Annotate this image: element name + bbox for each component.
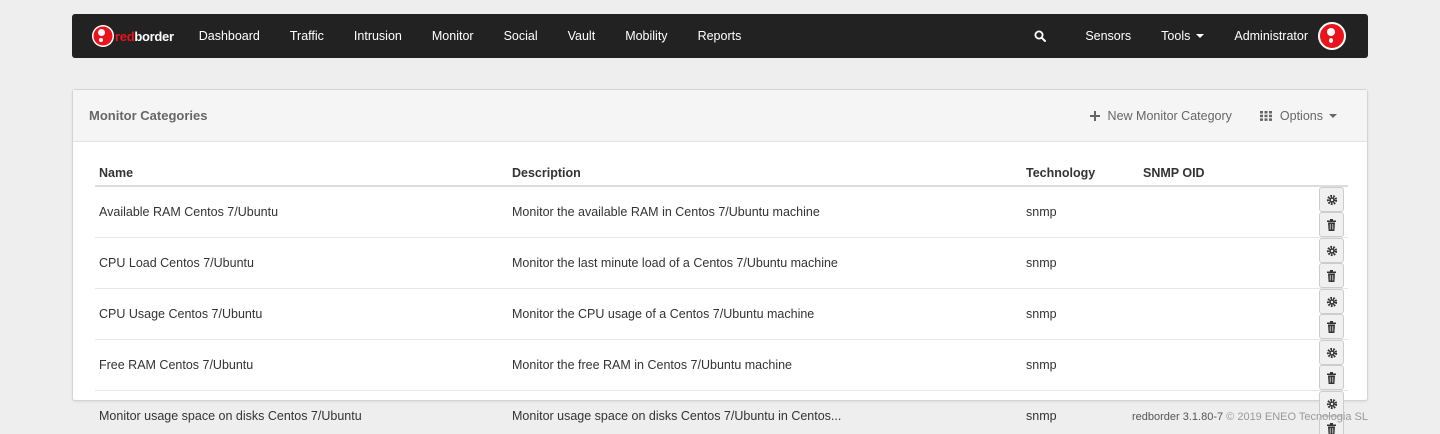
tools-label: Tools bbox=[1161, 29, 1191, 43]
cell-technology: snmp bbox=[1022, 288, 1139, 340]
trash-icon bbox=[1327, 422, 1336, 434]
column-header-actions bbox=[1279, 160, 1348, 187]
user-menu[interactable]: Administrator bbox=[1219, 14, 1346, 58]
footer-copyright: © 2019 ENEO Tecnologia SL bbox=[1226, 411, 1368, 423]
cell-technology: snmp bbox=[1022, 339, 1139, 391]
edit-button[interactable] bbox=[1319, 289, 1344, 314]
trash-icon bbox=[1327, 371, 1336, 384]
table-row: Free RAM Centos 7/Ubuntu Monitor the fre… bbox=[95, 339, 1348, 391]
nav-item-sensors[interactable]: Sensors bbox=[1070, 14, 1146, 58]
cell-technology: snmp bbox=[1026, 409, 1057, 423]
gear-icon bbox=[1326, 347, 1337, 358]
delete-button[interactable] bbox=[1319, 365, 1344, 390]
edit-button[interactable] bbox=[1319, 340, 1344, 365]
new-monitor-category-label: New Monitor Category bbox=[1107, 108, 1232, 123]
options-dropdown[interactable]: Options bbox=[1246, 90, 1351, 141]
nav-item-tools[interactable]: Tools bbox=[1146, 14, 1219, 58]
main-nav: Dashboard Traffic Intrusion Monitor Soci… bbox=[184, 14, 757, 58]
footer: redborder 3.1.80-7 © 2019 ENEO Tecnologi… bbox=[1132, 411, 1368, 423]
footer-version: redborder 3.1.80-7 bbox=[1131, 411, 1224, 423]
nav-item-dashboard[interactable]: Dashboard bbox=[184, 14, 275, 58]
avatar bbox=[1318, 22, 1346, 50]
nav-item-vault[interactable]: Vault bbox=[553, 14, 611, 58]
cell-description: Monitor the CPU usage of a Centos 7/Ubun… bbox=[508, 288, 1022, 340]
caret-down-icon bbox=[1196, 34, 1205, 38]
cell-snmp-oid bbox=[1139, 339, 1279, 391]
nav-item-monitor[interactable]: Monitor bbox=[417, 14, 489, 58]
grid-icon bbox=[1259, 110, 1272, 121]
cell-snmp-oid bbox=[1139, 288, 1279, 340]
table-header-row: Name Description Technology SNMP OID bbox=[95, 160, 1348, 187]
cell-name: Free RAM Centos 7/Ubuntu bbox=[95, 339, 508, 391]
delete-button[interactable] bbox=[1319, 314, 1344, 339]
cell-snmp-oid bbox=[1139, 237, 1279, 289]
cell-description: Monitor usage space on disks Centos 7/Ub… bbox=[512, 409, 842, 423]
column-header-description[interactable]: Description bbox=[508, 160, 1022, 187]
panel-actions: New Monitor Category Options bbox=[1076, 90, 1351, 141]
nav-item-social[interactable]: Social bbox=[489, 14, 553, 58]
redborder-logo-icon bbox=[92, 25, 114, 47]
edit-button[interactable] bbox=[1319, 187, 1344, 212]
column-header-name[interactable]: Name bbox=[95, 160, 508, 187]
cell-description: Monitor the last minute load of a Centos… bbox=[508, 237, 1022, 289]
search-icon bbox=[1034, 30, 1047, 42]
top-navbar: redborder Dashboard Traffic Intrusion Mo… bbox=[72, 14, 1368, 58]
nav-item-mobility[interactable]: Mobility bbox=[610, 14, 682, 58]
column-header-technology[interactable]: Technology bbox=[1022, 160, 1139, 187]
delete-button[interactable] bbox=[1319, 263, 1344, 288]
plus-icon bbox=[1089, 110, 1100, 121]
trash-icon bbox=[1327, 218, 1336, 231]
brand-text-red: red bbox=[115, 28, 135, 44]
table-row: CPU Load Centos 7/Ubuntu Monitor the las… bbox=[95, 237, 1348, 289]
brand-logo[interactable]: redborder bbox=[72, 14, 184, 58]
gear-icon bbox=[1326, 245, 1337, 256]
cell-technology: snmp bbox=[1022, 186, 1139, 238]
search-button[interactable] bbox=[1034, 14, 1070, 58]
gear-icon bbox=[1326, 398, 1337, 409]
cell-name: Available RAM Centos 7/Ubuntu bbox=[95, 186, 508, 238]
delete-button[interactable] bbox=[1319, 212, 1344, 237]
cell-actions bbox=[1279, 339, 1348, 391]
cell-description: Monitor the available RAM in Centos 7/Ub… bbox=[508, 186, 1022, 238]
trash-icon bbox=[1327, 320, 1336, 333]
nav-right: Sensors Tools Administrator bbox=[1034, 14, 1368, 58]
cell-actions bbox=[1279, 237, 1348, 289]
cell-actions bbox=[1279, 186, 1348, 238]
trash-icon bbox=[1327, 269, 1336, 282]
edit-button[interactable] bbox=[1319, 238, 1344, 263]
gear-icon bbox=[1326, 194, 1337, 205]
column-header-snmp-oid[interactable]: SNMP OID bbox=[1139, 160, 1279, 187]
caret-down-icon bbox=[1329, 113, 1337, 118]
cell-name: CPU Usage Centos 7/Ubuntu bbox=[95, 288, 508, 340]
cell-name: CPU Load Centos 7/Ubuntu bbox=[95, 237, 508, 289]
monitor-categories-table: Name Description Technology SNMP OID Ava… bbox=[95, 160, 1348, 434]
cell-name: Monitor usage space on disks Centos 7/Ub… bbox=[99, 409, 362, 423]
gear-icon bbox=[1326, 296, 1337, 307]
cell-technology: snmp bbox=[1022, 237, 1139, 289]
cell-actions bbox=[1279, 288, 1348, 340]
user-name: Administrator bbox=[1234, 29, 1308, 43]
nav-item-intrusion[interactable]: Intrusion bbox=[339, 14, 417, 58]
cell-snmp-oid bbox=[1139, 186, 1279, 238]
table-row: CPU Usage Centos 7/Ubuntu Monitor the CP… bbox=[95, 288, 1348, 340]
table-row: Available RAM Centos 7/Ubuntu Monitor th… bbox=[95, 186, 1348, 238]
new-monitor-category-button[interactable]: New Monitor Category bbox=[1076, 90, 1246, 141]
panel-heading: Monitor Categories New Monitor Category … bbox=[73, 90, 1367, 142]
page-title: Monitor Categories bbox=[89, 108, 208, 123]
brand-text-white: border bbox=[134, 28, 174, 44]
monitor-categories-panel: Monitor Categories New Monitor Category … bbox=[72, 89, 1368, 434]
nav-item-traffic[interactable]: Traffic bbox=[275, 14, 339, 58]
options-label: Options bbox=[1279, 108, 1323, 123]
cell-description: Monitor the free RAM in Centos 7/Ubuntu … bbox=[508, 339, 1022, 391]
nav-item-reports[interactable]: Reports bbox=[683, 14, 757, 58]
